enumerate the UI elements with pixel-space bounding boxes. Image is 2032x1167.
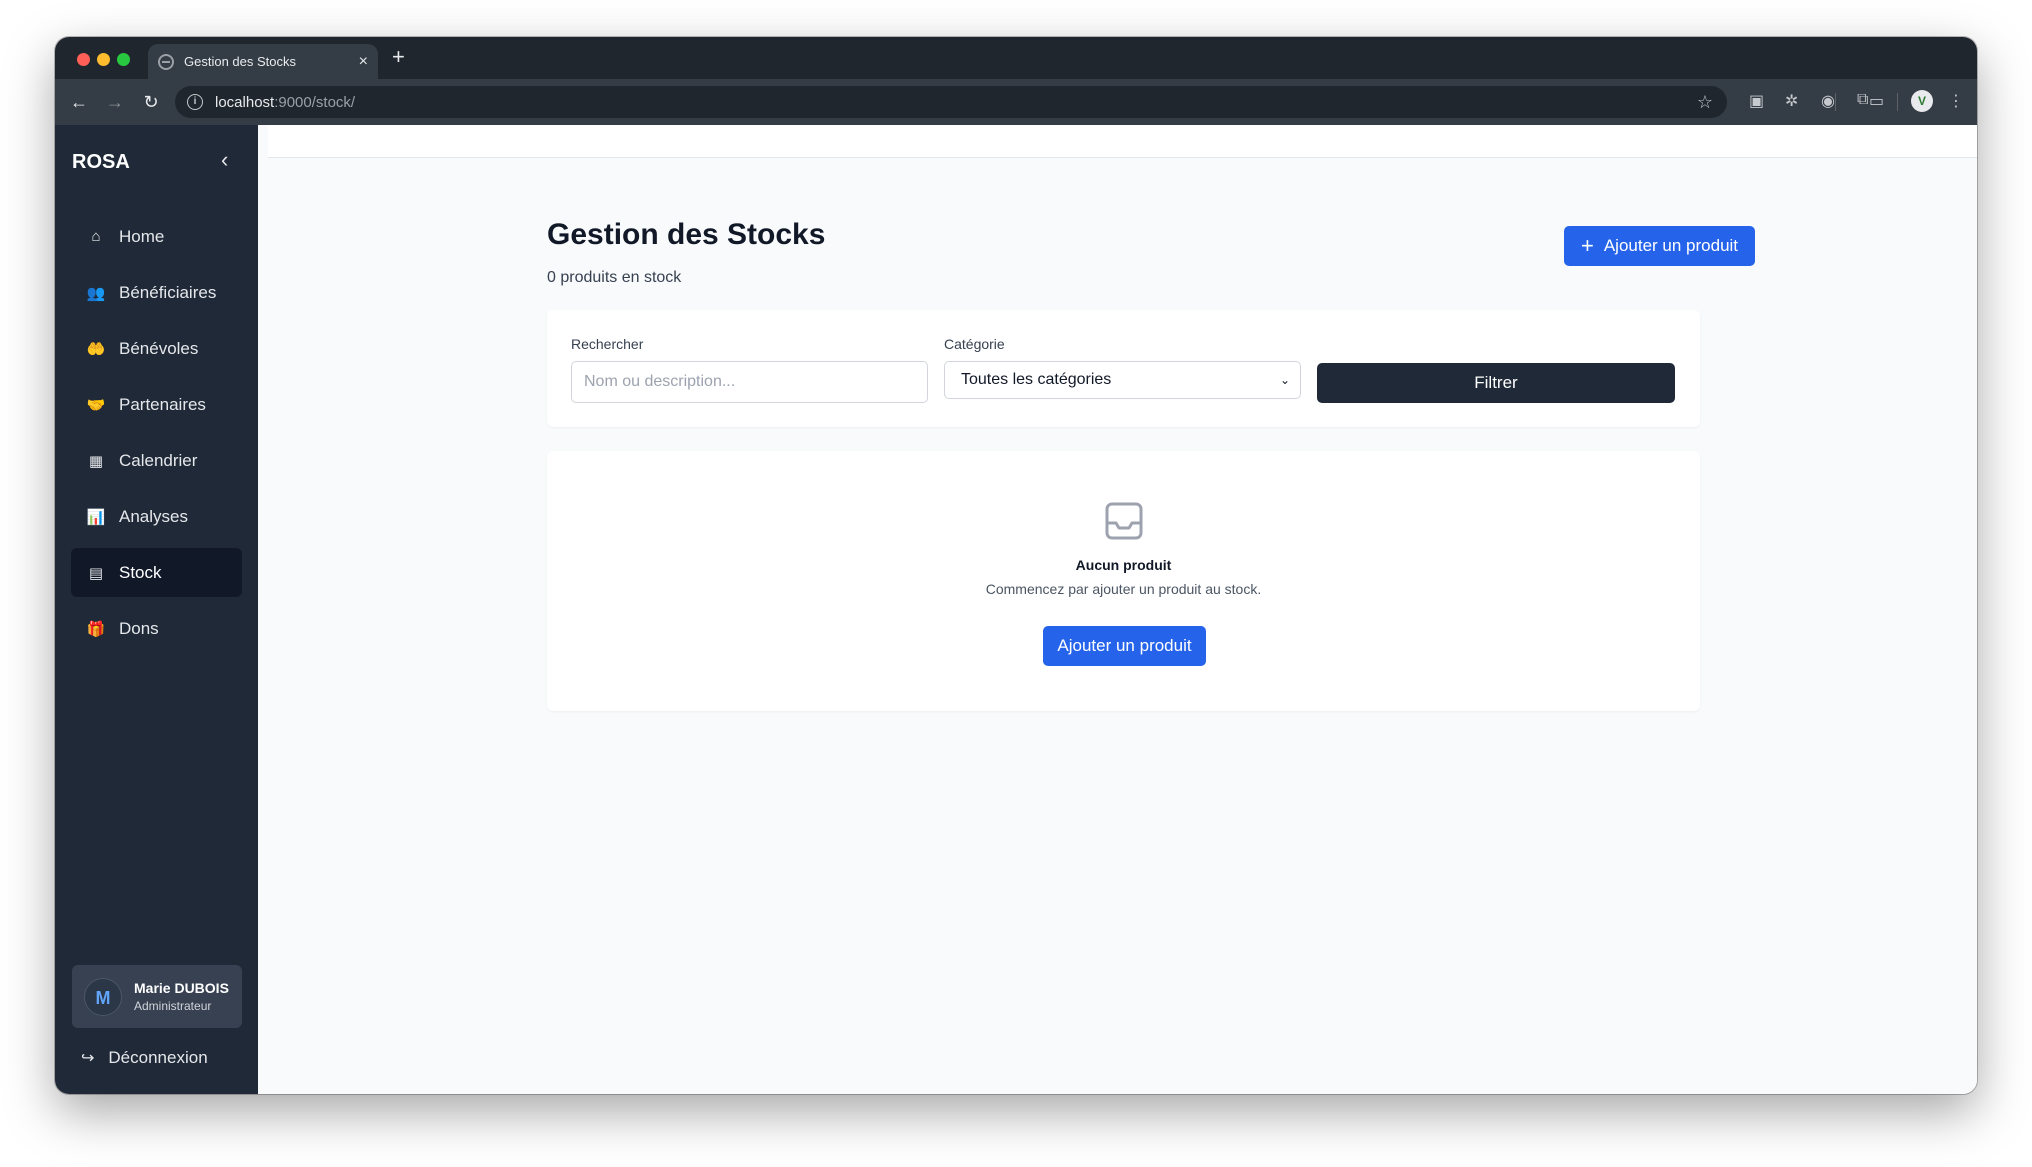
toolbar-divider	[1835, 93, 1836, 111]
sidebar-item-label: Dons	[119, 618, 159, 638]
extension-face-icon[interactable]: ◉	[1821, 91, 1835, 111]
sidebar-item-partenaires[interactable]: 🤝 Partenaires	[71, 380, 242, 429]
tab-close-icon[interactable]: ×	[359, 53, 368, 70]
browser-toolbar: ← → ↻ i localhost:9000/stock/ ☆ ▣ ✲ ◉ ⧉ …	[55, 79, 1977, 125]
browser-window: Gestion des Stocks × + ← → ↻ i localhost…	[55, 37, 1977, 1094]
home-icon: ⌂	[91, 228, 101, 245]
empty-state-text: Commencez par ajouter un produit au stoc…	[985, 581, 1262, 597]
sidebar-item-stock[interactable]: ▤ Stock	[71, 548, 242, 597]
category-label: Catégorie	[944, 336, 1005, 352]
tab-title: Gestion des Stocks	[184, 54, 296, 69]
sidebar-item-label: Bénévoles	[119, 338, 199, 358]
plus-icon: +	[1580, 233, 1594, 258]
sidebar-item-label: Partenaires	[119, 394, 206, 414]
users-icon: 👥	[86, 284, 106, 302]
minimize-window-button[interactable]	[97, 53, 110, 66]
inbox-icon	[1105, 502, 1143, 540]
sidebar-item-calendrier[interactable]: ▦ Calendrier	[71, 436, 242, 485]
site-info-icon[interactable]: i	[187, 94, 203, 110]
sidebar: ROSA ‹ ⌂ Home 👥 Bénéficiaires 🤲 Bénévole…	[55, 125, 258, 1094]
extension-icon[interactable]: ▣	[1749, 91, 1764, 111]
browser-tab[interactable]: Gestion des Stocks ×	[148, 44, 378, 79]
sidebar-item-analyses[interactable]: 📊 Analyses	[71, 492, 242, 541]
sidebar-item-label: Calendrier	[119, 450, 198, 470]
chart-icon: 📊	[86, 508, 106, 526]
sign-out-icon: ↪	[81, 1050, 95, 1067]
reading-list-icon[interactable]: ▭	[1869, 91, 1884, 111]
sidebar-nav: ⌂ Home 👥 Bénéficiaires 🤲 Bénévoles 🤝 Par…	[71, 212, 242, 660]
browser-tabbar: Gestion des Stocks × +	[55, 37, 1977, 79]
add-product-label: Ajouter un produit	[1603, 236, 1739, 255]
add-product-empty-button[interactable]: Ajouter un produit	[1043, 626, 1206, 666]
user-role: Administrateur	[134, 999, 212, 1013]
close-window-button[interactable]	[77, 53, 90, 66]
page-title: Gestion des Stocks	[547, 218, 826, 251]
user-name: Marie DUBOIS	[134, 980, 229, 996]
donation-icon: 🎁	[86, 620, 106, 638]
address-bar[interactable]: i localhost:9000/stock/ ☆	[175, 86, 1727, 118]
sidebar-item-beneficiaires[interactable]: 👥 Bénéficiaires	[71, 268, 242, 317]
add-product-button[interactable]: + Ajouter un produit	[1564, 226, 1755, 266]
box-icon: ▤	[88, 564, 104, 582]
calendar-icon: ▦	[88, 452, 104, 470]
sidebar-item-label: Stock	[119, 562, 162, 582]
handshake-icon: 🤝	[86, 396, 106, 414]
collapse-sidebar-icon[interactable]: ‹	[221, 147, 228, 173]
user-card[interactable]: M Marie DUBOIS Administrateur	[72, 965, 242, 1028]
product-count: 0 produits en stock	[547, 269, 682, 286]
logout-label: Déconnexion	[108, 1048, 208, 1067]
app: ROSA ‹ ⌂ Home 👥 Bénéficiaires 🤲 Bénévole…	[55, 125, 1977, 1094]
maximize-window-button[interactable]	[117, 53, 130, 66]
filter-button[interactable]: Filtrer	[1317, 363, 1675, 403]
bookmark-star-icon[interactable]: ☆	[1697, 92, 1713, 113]
url-text: localhost:9000/stock/	[215, 94, 355, 111]
empty-state: Aucun produit Commencez par ajouter un p…	[547, 451, 1700, 711]
globe-icon	[158, 53, 174, 70]
extension-react-icon[interactable]: ✲	[1785, 91, 1798, 111]
hands-helping-icon: 🤲	[86, 340, 106, 358]
forward-button[interactable]: →	[97, 92, 133, 113]
chevron-down-icon: ⌄	[1279, 373, 1290, 387]
search-label: Rechercher	[571, 336, 644, 352]
sidebar-item-label: Home	[119, 226, 165, 246]
empty-state-title: Aucun produit	[1075, 557, 1172, 573]
browser-menu-icon[interactable]: ⋮	[1948, 91, 1964, 111]
category-select-value: Toutes les catégories	[961, 371, 1112, 388]
url-host: localhost	[215, 93, 275, 111]
avatar: M	[84, 977, 122, 1016]
filter-panel: Rechercher Catégorie Toutes les catégori…	[547, 310, 1700, 427]
search-input[interactable]	[571, 361, 928, 403]
sidebar-item-label: Bénéficiaires	[119, 282, 217, 302]
toolbar-divider	[1897, 93, 1898, 111]
sidebar-item-dons[interactable]: 🎁 Dons	[71, 604, 242, 653]
category-select[interactable]: Toutes les catégories ⌄	[944, 361, 1301, 399]
extensions-puzzle-icon[interactable]: ⧉	[1857, 91, 1868, 109]
sidebar-item-label: Analyses	[119, 506, 188, 526]
sidebar-item-home[interactable]: ⌂ Home	[71, 212, 242, 261]
user-meta: Marie DUBOIS Administrateur	[134, 980, 229, 1013]
profile-avatar[interactable]: V	[1911, 90, 1933, 112]
url-path: :9000/stock/	[274, 93, 356, 111]
reload-button[interactable]: ↻	[133, 92, 169, 113]
main-content: Gestion des Stocks 0 produits en stock +…	[258, 125, 1977, 1094]
back-button[interactable]: ←	[61, 92, 97, 113]
top-bar	[268, 125, 1977, 158]
logout-button[interactable]: ↪ Déconnexion	[81, 1048, 208, 1068]
brand-logo: ROSA	[72, 151, 130, 173]
sidebar-item-benevoles[interactable]: 🤲 Bénévoles	[71, 324, 242, 373]
new-tab-button[interactable]: +	[392, 46, 405, 68]
